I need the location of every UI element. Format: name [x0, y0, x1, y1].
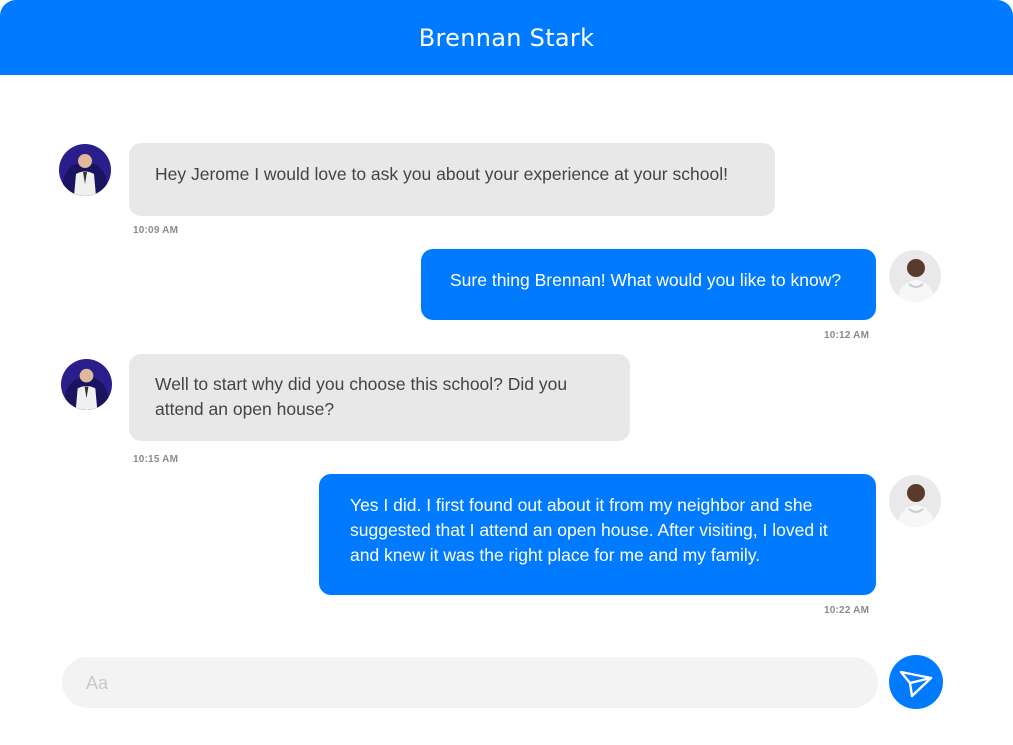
- message-timestamp: 10:12 AM: [824, 330, 870, 341]
- chat-header: Brennan Stark: [0, 0, 1013, 75]
- contact-avatar[interactable]: [59, 144, 111, 196]
- message-text: Yes I did. I first found out about it fr…: [350, 495, 828, 565]
- message-text: Well to start why did you choose this sc…: [155, 374, 568, 419]
- message-timestamp: 10:22 AM: [824, 605, 870, 616]
- contact-name: Brennan Stark: [418, 23, 595, 52]
- message-bubble: Well to start why did you choose this sc…: [129, 354, 630, 441]
- message-bubble: Sure thing Brennan! What would you like …: [421, 249, 876, 320]
- user-avatar[interactable]: [889, 475, 941, 527]
- message-timestamp: 10:15 AM: [133, 454, 179, 465]
- message-timestamp: 10:09 AM: [133, 225, 179, 236]
- paper-plane-icon: [898, 664, 934, 700]
- message-composer: [62, 657, 878, 710]
- send-button[interactable]: [889, 655, 943, 709]
- message-text: Sure thing Brennan! What would you like …: [450, 270, 842, 290]
- message-input[interactable]: [84, 657, 848, 710]
- user-avatar[interactable]: [889, 250, 941, 302]
- message-bubble: Hey Jerome I would love to ask you about…: [129, 143, 775, 216]
- message-bubble: Yes I did. I first found out about it fr…: [319, 474, 876, 595]
- message-text: Hey Jerome I would love to ask you about…: [155, 164, 728, 184]
- contact-avatar[interactable]: [61, 359, 112, 410]
